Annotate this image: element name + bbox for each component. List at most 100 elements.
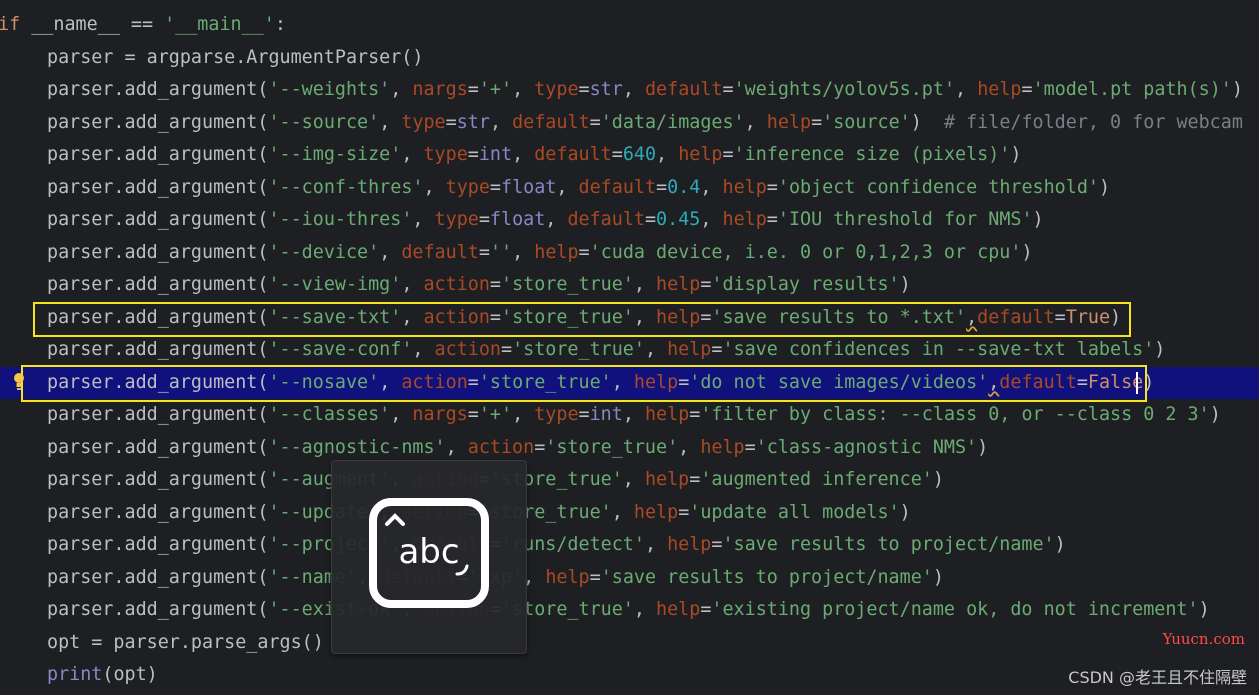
code-token: action [467,436,535,458]
code-text: parser.add_argument('--nosave', action='… [47,367,1154,399]
code-line[interactable]: parser.add_argument('--img-size', type=i… [0,139,1259,171]
code-token: '--agnostic-nms' [268,436,446,458]
code-line[interactable]: parser.add_argument('--nosave', action='… [0,366,1259,399]
code-text: parser.add_argument('--save-txt', action… [47,302,1121,334]
code-token: = [689,404,701,425]
code-line[interactable]: parser.add_argument('--conf-thres', type… [0,172,1259,204]
code-token: (opt) [102,664,158,685]
code-token: ) [899,274,911,295]
code-token: help [656,306,701,328]
code-token: '--nosave' [268,371,380,393]
code-token: , [512,79,535,100]
code-token: , [401,306,424,328]
code-line[interactable]: parser = argparse.ArgumentParser() [0,42,1259,74]
code-line[interactable]: parser.add_argument('--view-img', action… [0,269,1259,301]
code-line[interactable]: parser.add_argument('--exist-ok', action… [0,594,1259,626]
code-token: '--save-txt' [268,306,402,328]
code-token: = [722,144,734,165]
code-token: 'update all models' [689,501,900,523]
code-token: = [711,339,723,360]
code-token: action [434,339,501,360]
code-token: ) [1054,534,1066,555]
code-text: parser.add_argument('--agnostic-nms', ac… [47,432,988,464]
code-line[interactable]: parser.add_argument('--save-txt', action… [0,302,1259,334]
code-token: type [423,144,468,165]
code-token: '+' [478,79,513,100]
code-line[interactable]: if __name__ == '__main__': [0,9,1259,41]
code-token: int [478,144,513,165]
code-token: '--classes' [268,404,391,425]
code-token: ) [899,501,911,523]
code-token: 'source' [822,111,911,133]
code-token: help [633,501,679,523]
code-token: = [500,339,513,360]
code-token: = [1076,371,1088,393]
code-token: parser.add_argument( [47,306,269,328]
code-token: 'inference size (pixels)' [733,144,1011,165]
code-text: parser.add_argument('--device', default=… [47,237,1033,269]
code-line[interactable]: parser.add_argument('--augment', action=… [0,464,1259,496]
code-token: , [633,306,657,328]
code-text: parser.add_argument('--source', type=str… [47,107,1243,139]
code-line[interactable]: parser.add_argument('--name', default='e… [0,562,1259,594]
code-text: parser.add_argument('--project', default… [47,529,1066,561]
code-line[interactable]: parser.add_argument('--classes', nargs='… [0,399,1259,431]
code-text: parser.add_argument('--img-size', type=i… [47,139,1021,171]
code-token: = [611,144,623,165]
code-token: 'store_true' [512,339,645,360]
code-token: help [656,274,701,295]
code-token: , [412,339,435,360]
code-token: False [1087,371,1144,393]
code-token: 'class-agnostic NMS' [755,436,978,458]
code-token: = [700,599,712,620]
code-token: ) [1010,144,1022,165]
code-token: = [589,566,601,588]
code-token: 'save results to *.txt' [711,306,967,328]
code-token: , [379,371,402,393]
code-token: = [489,176,501,198]
code-token: = [766,176,778,198]
code-token: parser.add_argument( [47,241,269,263]
code-line[interactable]: parser.add_argument('--update', action='… [0,497,1259,529]
code-line[interactable]: parser.add_argument('--agnostic-nms', ac… [0,432,1259,464]
code-token: , [489,111,513,133]
code-token: nargs [412,79,468,100]
lightbulb-icon[interactable] [13,371,25,393]
code-token: = [467,144,479,165]
code-token: = [700,274,712,295]
code-token: 'filter by class: --class 0, or --class … [700,404,1210,425]
code-line[interactable]: parser.add_argument('--project', default… [0,529,1259,561]
code-token: = [722,79,734,100]
code-token: '--conf-thres' [268,176,424,198]
code-text: print(opt) [47,659,158,691]
watermark-author: CSDN @老王且不住隔壁 [1068,668,1247,687]
code-token: = [489,306,501,328]
code-token: , [966,306,978,328]
code-token: help [700,436,745,458]
code-token: ) [1231,79,1243,100]
code-token: ) [932,566,944,588]
code-token: = [1021,79,1033,100]
code-token: ) [1021,241,1033,263]
code-token: , [401,144,424,165]
code-token: parser.add_argument( [47,79,269,100]
code-token: float [501,176,557,198]
code-line[interactable]: parser.add_argument('--iou-thres', type=… [0,204,1259,236]
code-line[interactable]: parser.add_argument('--weights', nargs='… [0,74,1259,106]
code-editor[interactable]: if __name__ == '__main__': parser = argpa… [0,0,1259,695]
code-token: parser.add_argument( [47,144,269,165]
code-line[interactable]: parser.add_argument('--device', default=… [0,237,1259,269]
code-token: = [644,209,657,230]
code-token: parser.add_argument( [47,534,269,555]
code-token: , [423,176,446,198]
code-token: ) [1209,404,1221,425]
code-line[interactable]: parser.add_argument('--source', type=str… [0,107,1259,139]
code-token: str [456,111,490,133]
code-token: help [667,534,712,555]
code-token: = [678,371,690,393]
code-token: , [633,274,657,295]
code-line[interactable]: parser.add_argument('--save-conf', actio… [0,334,1259,366]
code-line[interactable]: opt = parser.parse_args() [0,627,1259,659]
code-token: nargs [412,404,468,425]
code-token: , [700,176,723,198]
